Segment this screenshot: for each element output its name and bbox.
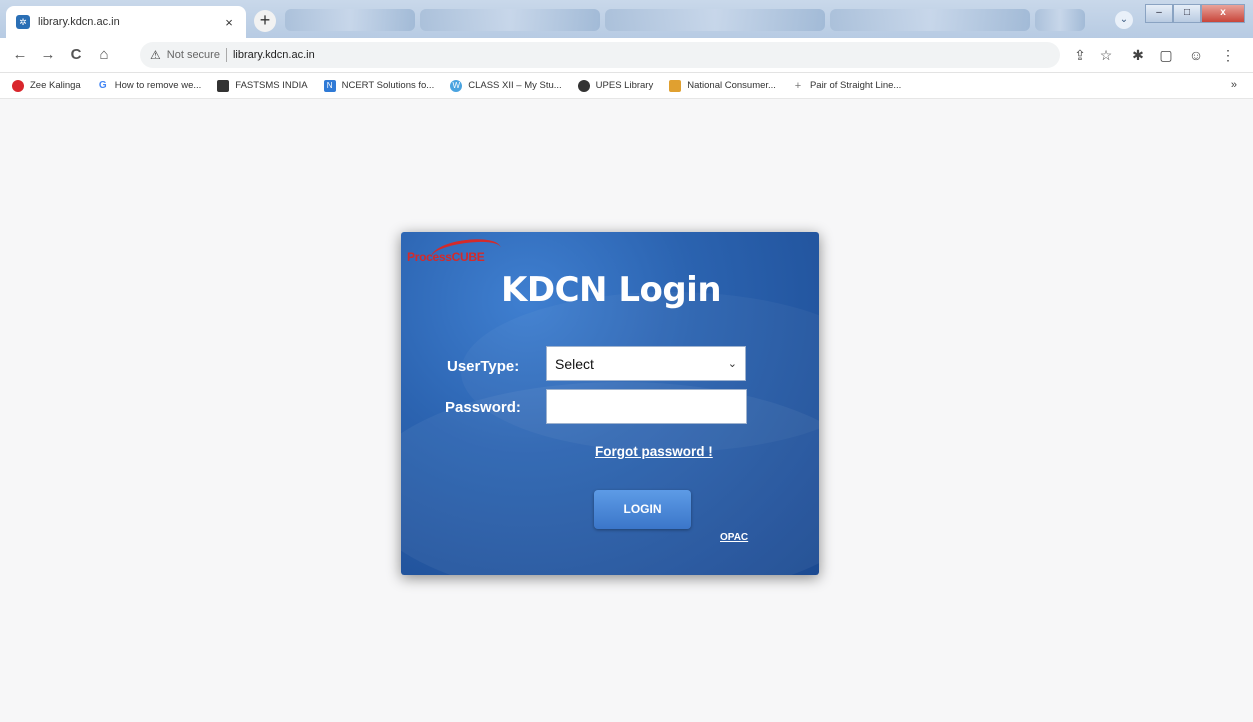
back-icon[interactable]: ← [10, 45, 30, 65]
bookmark-item[interactable]: N NCERT Solutions fo... [323, 79, 435, 92]
wordpress-icon: W [450, 79, 463, 92]
browser-tab-blurred[interactable] [830, 9, 1030, 31]
close-window-button[interactable]: x [1201, 4, 1245, 23]
minimize-button[interactable]: – [1145, 4, 1173, 23]
tab-search-icon[interactable]: ⌄ [1115, 11, 1133, 29]
login-panel: ProcessCUBE KDCN Login UserType: Select … [401, 232, 819, 575]
warning-icon[interactable]: ⚠ [150, 48, 161, 62]
bookmark-item[interactable]: G How to remove we... [96, 79, 202, 92]
bookmarks-bar: Zee Kalinga G How to remove we... FASTSM… [0, 73, 1253, 99]
bookmark-item[interactable]: W CLASS XII – My Stu... [450, 79, 562, 92]
bookmark-item[interactable]: UPES Library [577, 79, 654, 92]
bookmark-label: CLASS XII – My Stu... [468, 80, 562, 91]
profile-avatar-icon[interactable]: ☺ [1186, 45, 1206, 65]
usertype-select[interactable]: Select ⌄ [546, 346, 746, 381]
password-field[interactable] [546, 389, 747, 424]
browser-tab-blurred[interactable] [1035, 9, 1085, 31]
security-status[interactable]: Not secure [167, 49, 220, 61]
address-bar[interactable]: ⚠ Not secure library.kdcn.ac.in [140, 42, 1060, 68]
plus-circle-icon: + [791, 79, 804, 92]
usertype-selected-value: Select [555, 355, 594, 372]
chevron-down-icon: ⌄ [727, 358, 737, 370]
share-icon[interactable]: ⇪ [1070, 45, 1090, 65]
bookmark-label: How to remove we... [114, 80, 202, 91]
browser-tab-blurred[interactable] [605, 9, 825, 31]
bookmark-item[interactable]: FASTSMS INDIA [217, 79, 308, 92]
login-button[interactable]: LOGIN [594, 490, 691, 529]
bookmarks-more-icon[interactable]: » [1231, 79, 1237, 91]
url-text[interactable]: library.kdcn.ac.in [233, 49, 315, 61]
bookmark-item[interactable]: + Pair of Straight Line... [791, 79, 902, 92]
site-favicon-icon: ✲ [16, 15, 30, 29]
extensions-icon[interactable]: ✱ [1128, 45, 1148, 65]
address-separator [225, 48, 227, 62]
browser-toolbar: ← → C ⌂ ⚠ Not secure library.kdcn.ac.in … [0, 38, 1253, 73]
opac-link[interactable]: OPAC [720, 532, 748, 543]
brand-logo: ProcessCUBE [407, 250, 485, 264]
usertype-label: UserType: [447, 358, 520, 375]
new-tab-button[interactable]: + [254, 10, 276, 32]
bookmark-label: National Consumer... [687, 80, 776, 91]
bookmark-label: FASTSMS INDIA [235, 80, 308, 91]
forward-icon[interactable]: → [38, 45, 58, 65]
reload-icon[interactable]: C [66, 45, 86, 65]
maximize-button[interactable]: □ [1173, 4, 1201, 23]
ncert-icon: N [323, 79, 336, 92]
google-icon: G [96, 79, 109, 92]
bookmark-item[interactable]: National Consumer... [669, 79, 776, 92]
browser-tab-active[interactable]: ✲ library.kdcn.ac.in × [6, 6, 246, 38]
tab-close-icon[interactable]: × [222, 15, 236, 30]
browser-tab-blurred[interactable] [420, 9, 600, 31]
page-title: KDCN Login [501, 270, 722, 310]
bookmark-item[interactable]: Zee Kalinga [12, 79, 81, 92]
envelope-icon [217, 79, 230, 92]
bookmark-label: Pair of Straight Line... [809, 80, 902, 91]
tab-title: library.kdcn.ac.in [38, 16, 120, 28]
home-icon[interactable]: ⌂ [94, 45, 114, 65]
globe-icon [577, 79, 590, 92]
zee-kalinga-icon [12, 79, 24, 92]
window-controls: – □ x [1145, 4, 1245, 23]
bookmark-label: UPES Library [595, 80, 654, 91]
menu-kebab-icon[interactable]: ⋮ [1218, 45, 1238, 65]
password-label: Password: [445, 399, 521, 416]
bookmark-label: NCERT Solutions fo... [341, 80, 435, 91]
browser-tab-blurred[interactable] [285, 9, 415, 31]
forgot-password-link[interactable]: Forgot password ! [595, 444, 713, 459]
browser-title-bar: ✲ library.kdcn.ac.in × + ⌄ – □ x [0, 0, 1253, 38]
side-panel-icon[interactable]: ▢ [1156, 45, 1176, 65]
consumer-icon [669, 79, 682, 92]
bookmark-star-icon[interactable]: ☆ [1096, 45, 1116, 65]
bookmark-label: Zee Kalinga [30, 80, 81, 91]
